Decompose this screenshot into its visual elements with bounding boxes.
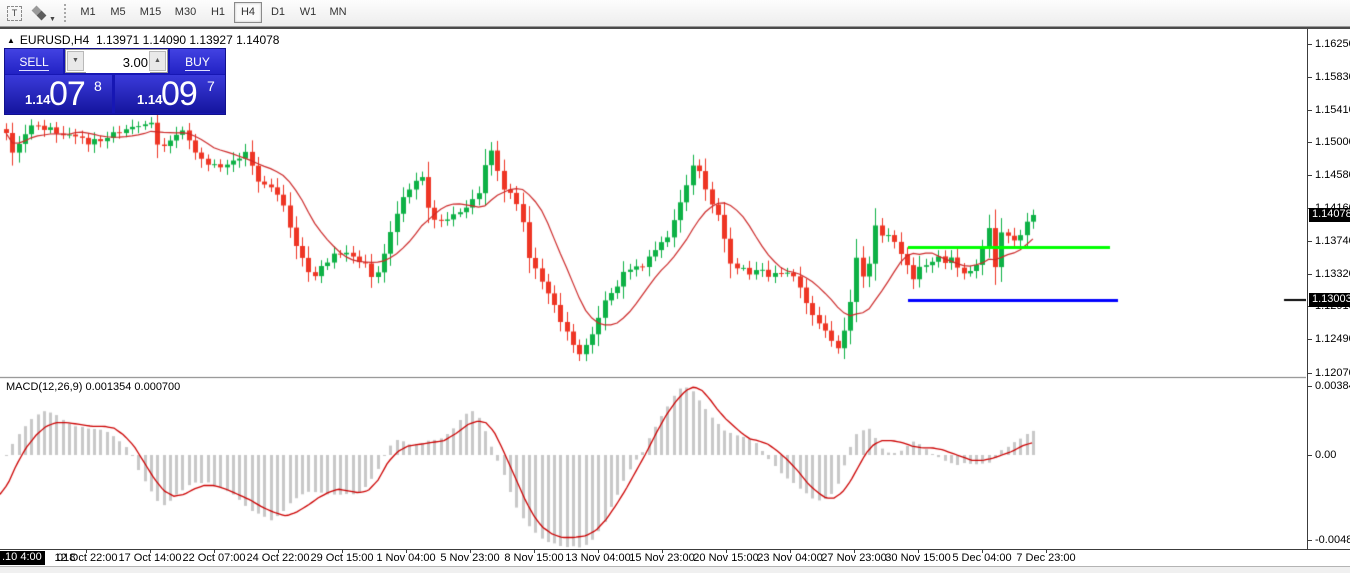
macd-tick-label: 0.003847 [1315,380,1350,392]
chart-objects-tool-icon[interactable]: T [2,2,24,23]
tf-button-w1[interactable]: W1 [294,2,322,23]
time-tick-label: 5 Nov 23:00 [440,552,499,564]
buy-price-big: 09 [161,75,197,114]
time-tick-label: 20 Nov 15:00 [693,552,758,564]
price-tick [1308,142,1312,143]
tf-button-mn[interactable]: MN [324,2,352,23]
time-tick-label: 30 Nov 15:00 [885,552,950,564]
time-tick-label: 15 Nov 23:00 [629,552,694,564]
price-tick-label: 1.12070 [1315,367,1350,379]
price-tick [1308,274,1312,275]
time-tick-label: 7 Dec 23:00 [1016,552,1075,564]
price-tick-label: 1.16250 [1315,38,1350,50]
chart-window: ▲ EURUSD,H4 1.13971 1.14090 1.13927 1.140… [0,29,1350,573]
price-tick [1308,241,1312,242]
time-tick-label: 8 Nov 15:00 [504,552,563,564]
time-tick-label: 29 Oct 15:00 [311,552,374,564]
level-price-tag: 1.13003 [1309,293,1350,307]
price-tick [1308,339,1312,340]
price-tick [1308,373,1312,374]
tf-button-m15[interactable]: M15 [134,2,167,23]
tf-button-d1[interactable]: D1 [264,2,292,23]
time-tick-label: 13 Nov 04:00 [565,552,630,564]
sell-price-display[interactable]: 1.14 07 8 [5,75,112,113]
macd-tick-label: 0.00 [1315,449,1336,461]
sell-price-base: 1.14 [25,92,50,107]
macd-tick [1308,455,1312,456]
tf-button-m1[interactable]: M1 [74,2,102,23]
volume-input[interactable] [86,51,150,73]
sell-price-pip: 8 [94,78,102,94]
time-tick-label: 22 Oct 07:00 [183,552,246,564]
mt4-application-window: T ▼ M1 M5 M15 M30 H1 H4 D1 W1 MN ▲ EURUSD… [0,0,1350,573]
tf-button-m30[interactable]: M30 [169,2,202,23]
price-tick [1308,77,1312,78]
macd-tick [1308,540,1312,541]
volume-decrease-button[interactable]: ▼ [67,51,84,71]
symbol-timeframe-label: EURUSD,H4 [20,33,89,47]
status-strip [0,566,1350,573]
time-tick-label: 24 Oct 22:00 [247,552,310,564]
price-tick [1308,44,1312,45]
sell-price-big: 07 [49,75,85,114]
buy-price-base: 1.14 [137,92,162,107]
tf-button-h4[interactable]: H4 [234,2,262,23]
macd-tick-label: -0.004856 [1315,534,1350,546]
volume-increase-button[interactable]: ▲ [149,51,166,71]
timeframe-toolbar: T ▼ M1 M5 M15 M30 H1 H4 D1 W1 MN [0,0,1350,27]
time-tick-label: 23 Nov 04:00 [757,552,822,564]
price-tick-label: 1.12490 [1315,333,1350,345]
sell-button[interactable]: SELL [5,49,63,74]
price-tick-label: 1.13320 [1315,268,1350,280]
price-axis[interactable]: 1.162501.158301.154101.150001.145801.141… [1307,29,1350,565]
buy-price-pip: 7 [207,78,215,94]
arrow-down-glyph [37,11,47,21]
toolbar-grip[interactable] [64,4,69,22]
price-tick [1308,175,1312,176]
tf-button-h1[interactable]: H1 [204,2,232,23]
price-tick-label: 1.13740 [1315,235,1350,247]
one-click-trading-panel: SELL ▼ ▲ BUY 1.14 07 8 1.14 09 7 [4,48,226,115]
price-tick-label: 1.14580 [1315,169,1350,181]
current-price-tag: 1.14078 [1309,208,1350,222]
macd-tick [1308,386,1312,387]
time-tick-label: 1 Nov 04:00 [376,552,435,564]
collapse-triangle-icon[interactable]: ▲ [7,36,15,45]
buy-button[interactable]: BUY [170,49,225,74]
price-tick [1308,110,1312,111]
tf-button-m5[interactable]: M5 [104,2,132,23]
time-axis[interactable]: 12 Oct 22:0017 Oct 14:0022 Oct 07:0024 O… [0,549,1350,566]
time-tick-label: 17 Oct 14:00 [119,552,182,564]
macd-indicator-label: MACD(12,26,9) 0.001354 0.000700 [6,381,180,393]
price-tick-label: 1.15830 [1315,71,1350,83]
clipped-year-label: 018 [57,552,75,564]
price-tick-label: 1.15410 [1315,104,1350,116]
time-tick-label: 27 Nov 23:00 [821,552,886,564]
time-tick-label: 5 Dec 04:00 [952,552,1011,564]
arrows-tool-icon[interactable]: ▼ [27,2,58,23]
buy-price-display[interactable]: 1.14 09 7 [115,75,225,113]
volume-spinner: ▼ ▲ [65,49,168,73]
price-tick-label: 1.15000 [1315,136,1350,148]
ohlc-values: 1.13971 1.14090 1.13927 1.14078 [96,33,280,47]
chart-title: ▲ EURUSD,H4 1.13971 1.14090 1.13927 1.140… [7,33,279,47]
time-cursor-tag: .10 4:00 [0,551,45,565]
